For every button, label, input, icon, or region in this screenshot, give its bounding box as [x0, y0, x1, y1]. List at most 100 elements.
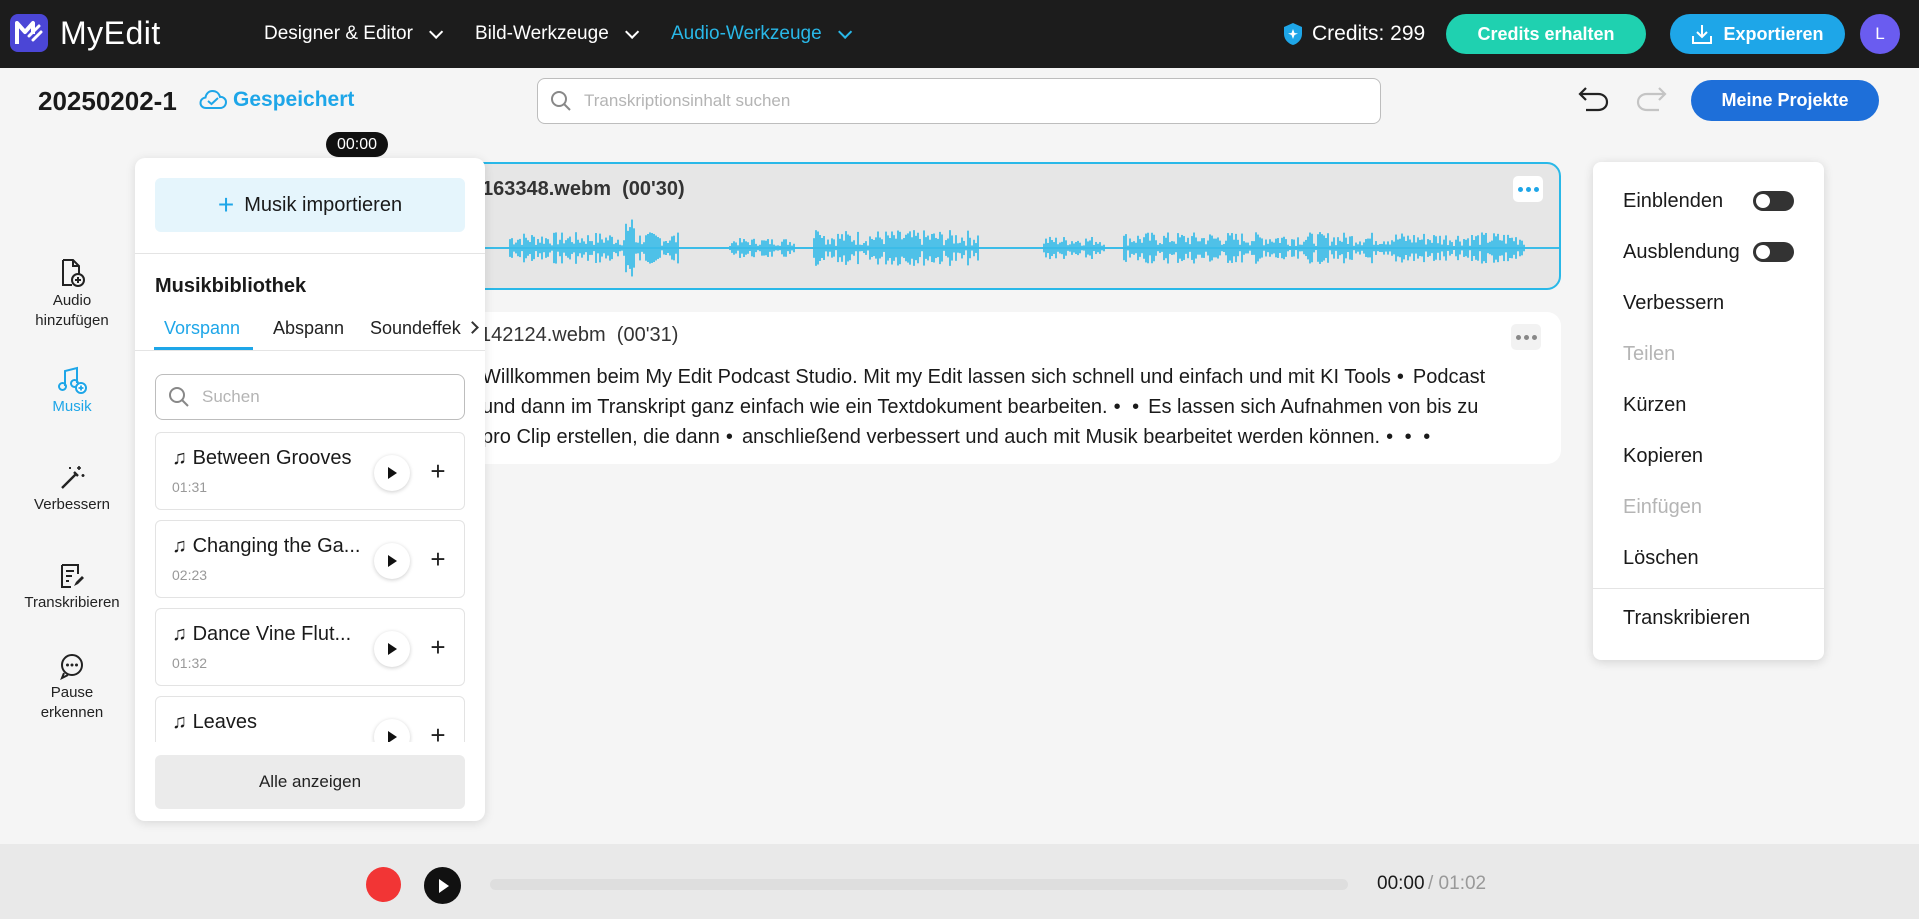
my-projects-button[interactable]: Meine Projekte	[1691, 80, 1879, 121]
menu-item-copy[interactable]: Kopieren	[1623, 445, 1703, 468]
search-icon	[169, 387, 189, 407]
track-name: ♫ Leaves	[172, 711, 362, 734]
track-play-button[interactable]	[374, 631, 410, 667]
list-item[interactable]: ♫ Dance Vine Flut... 01:32 +	[155, 608, 465, 686]
clip-more-button[interactable]	[1513, 176, 1543, 202]
list-item[interactable]: ♫ Changing the Ga... 02:23 +	[155, 520, 465, 598]
more-dot-icon	[1533, 186, 1539, 192]
pause-marker[interactable]: •	[1397, 366, 1407, 388]
play-icon	[388, 643, 397, 655]
cloud-check-icon	[199, 89, 227, 109]
tab-abspann[interactable]: Abspann	[273, 318, 344, 339]
transcript-search[interactable]	[537, 78, 1381, 124]
transcript-segment[interactable]: und dann im Transkript ganz einfach wie …	[482, 396, 1108, 418]
fade-out-toggle[interactable]	[1753, 242, 1794, 262]
tool-label: Verbessern	[34, 496, 110, 513]
nav-label: Bild-Werkzeuge	[475, 23, 609, 44]
clip-duration: (00'30)	[622, 178, 685, 200]
music-note-icon: ♫	[172, 447, 193, 469]
playback-progress[interactable]	[490, 879, 1348, 890]
export-label: Exportieren	[1723, 23, 1824, 44]
track-play-button[interactable]	[374, 543, 410, 579]
transcript-text[interactable]: Willkommen beim My Edit Podcast Studio. …	[482, 362, 1542, 452]
track-play-button[interactable]	[374, 719, 410, 742]
waveform[interactable]	[464, 208, 1559, 288]
tool-add-audio[interactable]: Audio hinzufügen	[10, 258, 134, 330]
transcript-segment[interactable]: anschließend verbessert und auch mit Mus…	[742, 426, 1380, 448]
export-button[interactable]: Exportieren	[1670, 14, 1845, 54]
track-add-icon[interactable]: +	[424, 458, 452, 486]
transcript-segment[interactable]: pro Clip erstellen, die dann	[482, 426, 720, 448]
magic-wand-icon	[61, 466, 85, 489]
tool-improve[interactable]: Verbessern	[10, 464, 134, 515]
tool-transcribe[interactable]: Transkribieren	[10, 562, 134, 613]
clip-title: 163348.webm (00'30)	[482, 178, 685, 201]
show-all-button[interactable]: Alle anzeigen	[155, 755, 465, 809]
more-dot-icon	[1523, 334, 1529, 340]
plus-icon: +	[217, 189, 235, 220]
list-item[interactable]: ♫ Leaves +	[155, 696, 465, 742]
music-add-icon	[58, 366, 87, 394]
menu-item-fade-out[interactable]: Ausblendung	[1623, 241, 1740, 264]
undo-icon[interactable]	[1578, 84, 1610, 114]
clip-name: 142124.webm	[480, 324, 606, 346]
credits-get-button[interactable]: Credits erhalten	[1446, 14, 1646, 54]
transcribe-icon	[61, 564, 84, 588]
playhead-time: 00:00	[326, 132, 388, 157]
project-title[interactable]: 20250202-1	[38, 86, 177, 117]
track-list[interactable]: ♫ Between Grooves 01:31 + ♫ Changing the…	[155, 432, 465, 742]
track-add-icon[interactable]: +	[424, 634, 452, 662]
tool-label: Pause	[50, 684, 94, 701]
music-panel: + Musik importieren Musikbibliothek Vors…	[135, 158, 485, 821]
add-file-icon	[62, 259, 85, 287]
list-item[interactable]: ♫ Between Grooves 01:31 +	[155, 432, 465, 510]
import-music-button[interactable]: + Musik importieren	[155, 178, 465, 232]
menu-item-delete[interactable]: Löschen	[1623, 547, 1699, 570]
tool-music[interactable]: Musik	[10, 366, 134, 417]
music-search-input[interactable]	[202, 387, 442, 407]
menu-item-split: Teilen	[1623, 343, 1676, 365]
app-logo[interactable]: MyEdit	[10, 14, 161, 52]
transcript-segment[interactable]: Willkommen beim My Edit Podcast Studio. …	[482, 366, 1391, 388]
pause-marker[interactable]: •	[726, 426, 736, 448]
nav-bild-werkzeuge[interactable]: Bild-Werkzeuge	[475, 0, 639, 68]
tool-label: erkennen	[40, 703, 104, 721]
transcript-segment[interactable]: Podcast	[1413, 366, 1485, 388]
music-library-title: Musikbibliothek	[155, 275, 307, 297]
track-add-icon[interactable]: +	[424, 546, 452, 574]
top-bar: MyEdit Designer & Editor Bild-Werkzeuge …	[0, 0, 1919, 68]
menu-item-fade-in[interactable]: Einblenden	[1623, 190, 1723, 213]
audio-clip-1[interactable]: 163348.webm (00'30)	[462, 162, 1561, 290]
pause-marker[interactable]: • • •	[1386, 426, 1433, 448]
play-button[interactable]	[424, 867, 461, 904]
menu-item-trim[interactable]: Kürzen	[1623, 394, 1686, 417]
transcript-segment[interactable]: Es lassen sich Aufnahmen von bis zu	[1148, 396, 1478, 418]
pause-marker[interactable]: • •	[1114, 396, 1143, 418]
clip-more-button[interactable]	[1511, 324, 1541, 350]
transcript-search-input[interactable]	[584, 91, 1344, 111]
tab-vorspann[interactable]: Vorspann	[164, 318, 240, 339]
saved-label: Gespeichert	[233, 88, 355, 111]
menu-item-improve[interactable]: Verbessern	[1623, 292, 1724, 315]
tool-label: Audio	[52, 292, 92, 309]
user-avatar[interactable]: L	[1860, 14, 1900, 54]
track-play-button[interactable]	[374, 455, 410, 491]
menu-item-transcribe[interactable]: Transkribieren	[1623, 607, 1750, 630]
tool-pause-detect[interactable]: Pause erkennen	[10, 652, 134, 722]
more-dot-icon	[1517, 186, 1523, 192]
transcript-line: Willkommen beim My Edit Podcast Studio. …	[482, 362, 1542, 392]
audio-clip-2[interactable]: 142124.webm (00'31) Willkommen beim My E…	[462, 312, 1561, 464]
fade-in-toggle[interactable]	[1753, 191, 1794, 211]
music-search[interactable]	[155, 374, 465, 420]
track-add-icon[interactable]: +	[424, 722, 452, 742]
music-note-icon: ♫	[172, 623, 193, 645]
redo-icon[interactable]	[1635, 84, 1667, 114]
nav-audio-werkzeuge[interactable]: Audio-Werkzeuge	[671, 0, 852, 68]
clip-context-menu: Einblenden Ausblendung Verbessern Teilen…	[1593, 162, 1824, 660]
transcript-line: pro Clip erstellen, die dann • anschließen…	[482, 422, 1542, 452]
nav-designer-editor[interactable]: Designer & Editor	[264, 0, 444, 68]
saved-status: Gespeichert	[199, 88, 354, 112]
tab-soundeffekte[interactable]: Soundeffek	[370, 318, 461, 339]
record-button[interactable]	[366, 867, 401, 902]
track-name: ♫ Dance Vine Flut...	[172, 623, 362, 646]
